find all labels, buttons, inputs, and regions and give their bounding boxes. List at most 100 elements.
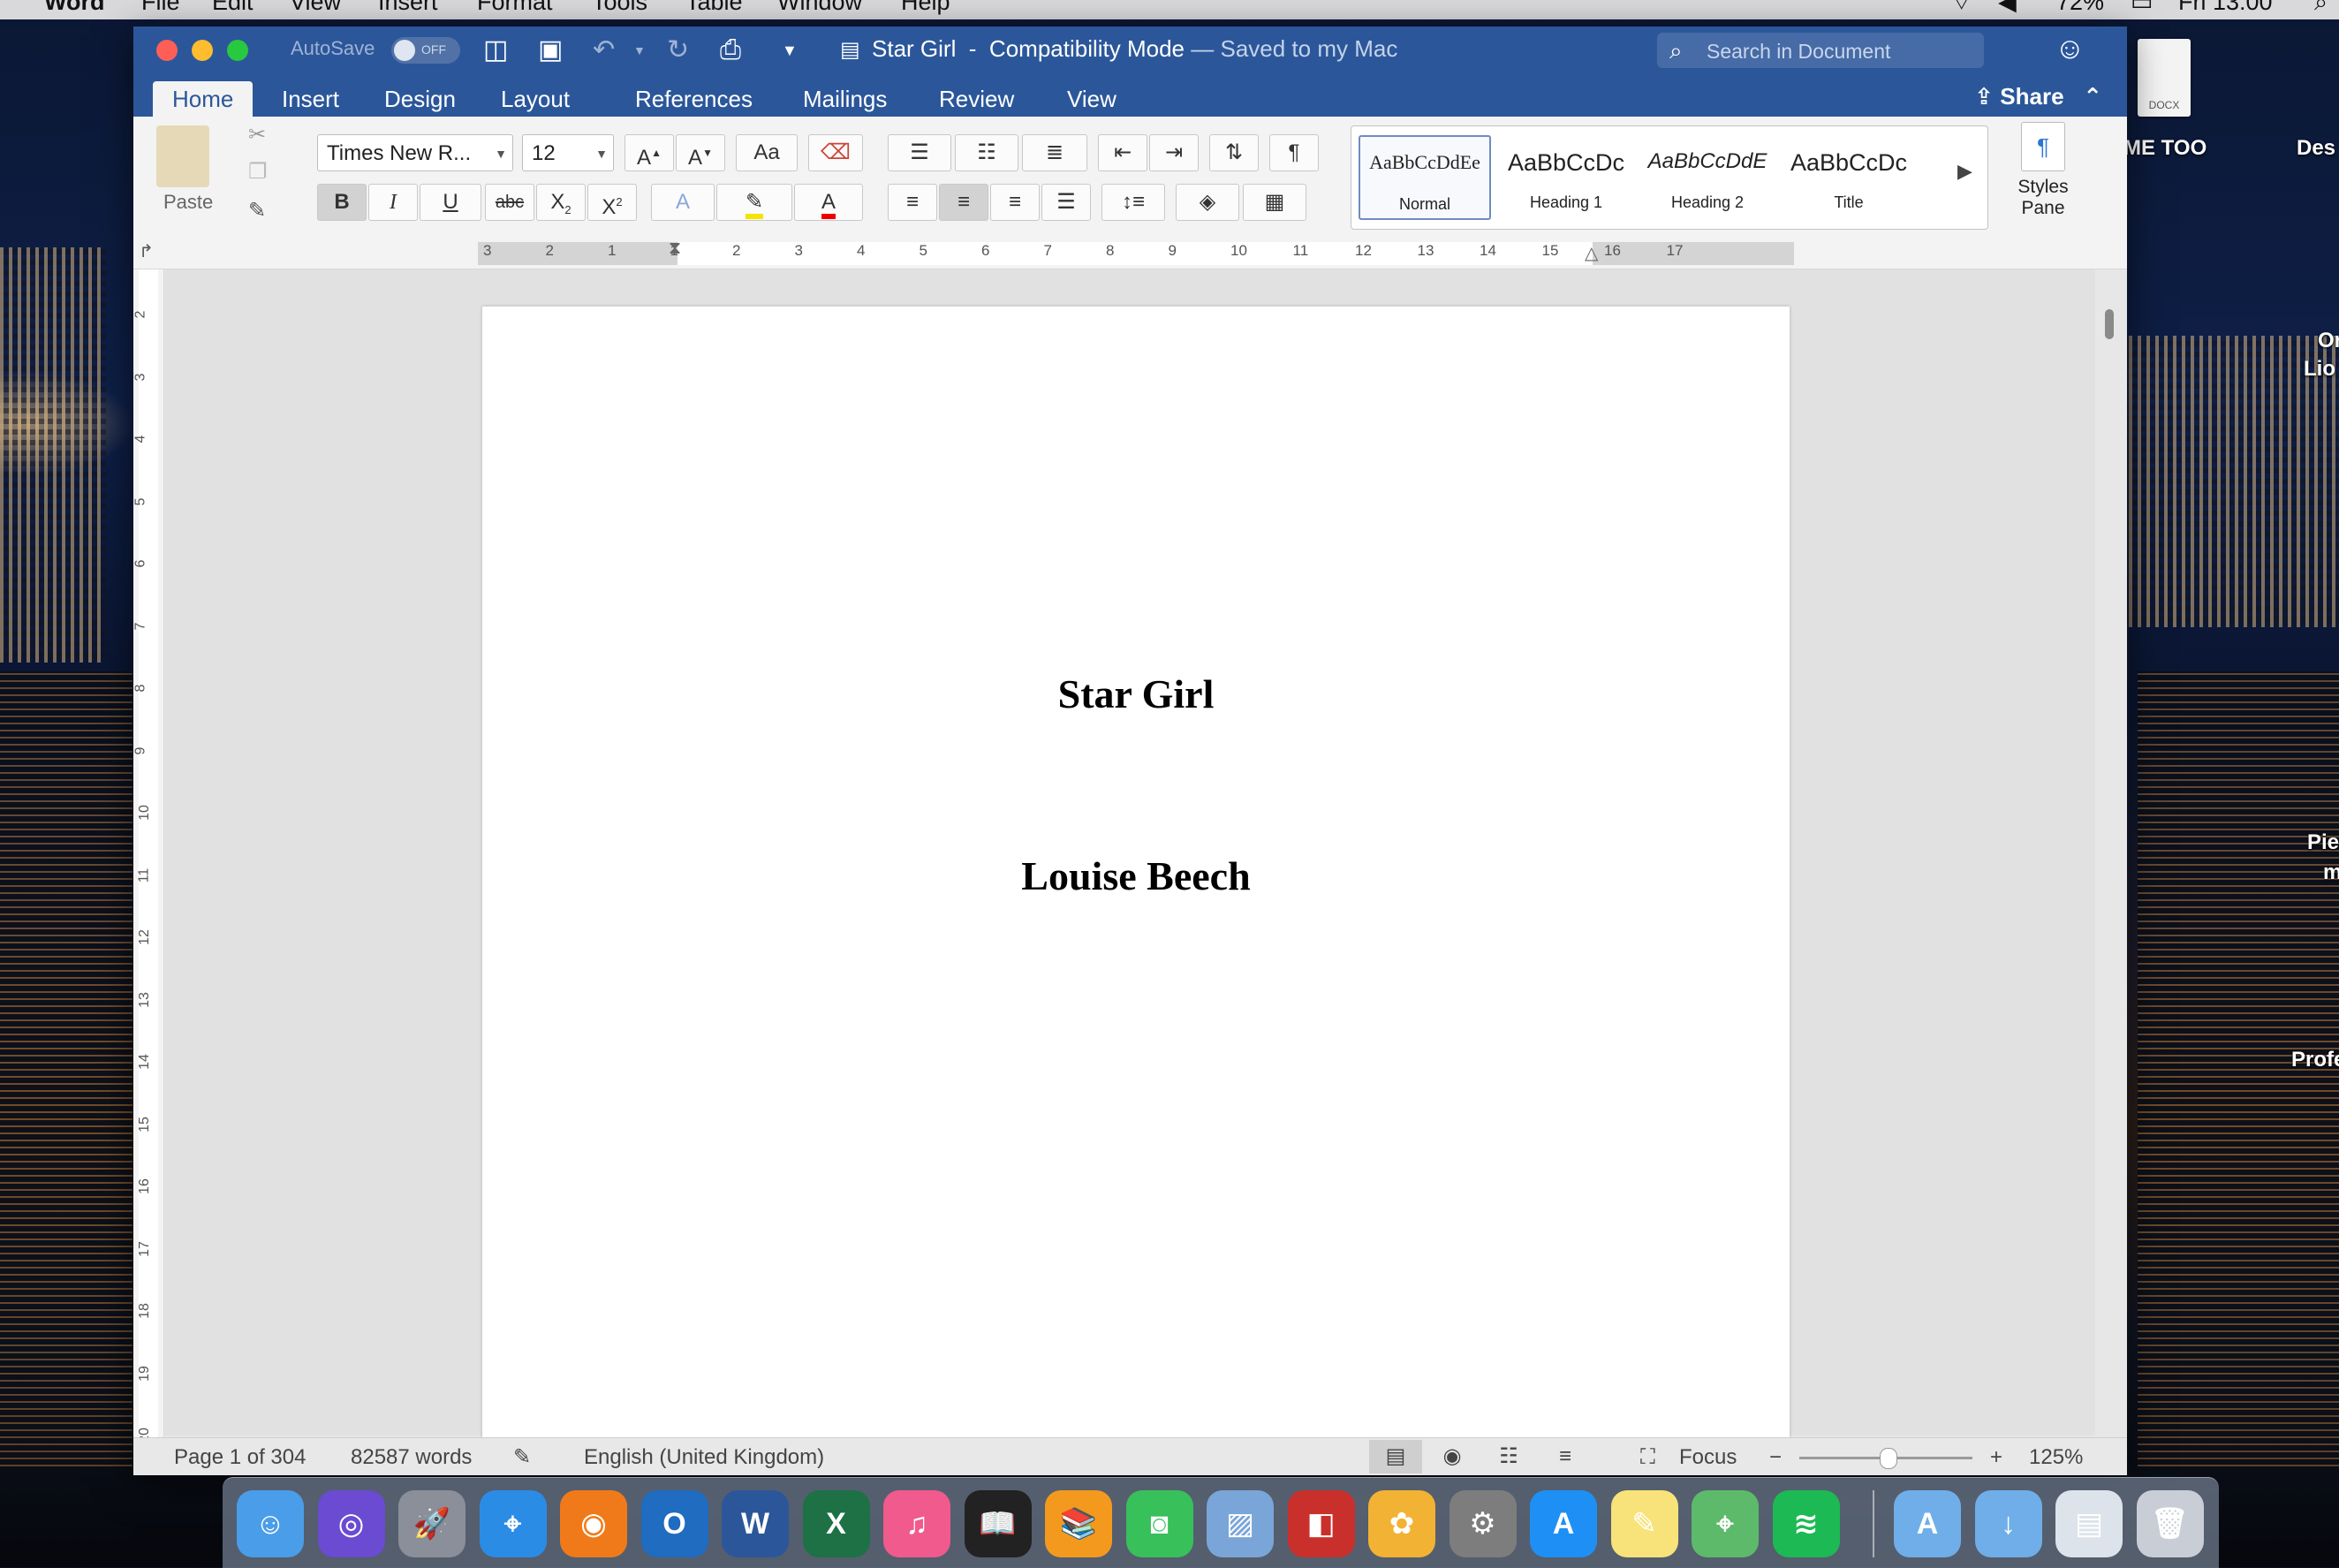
language[interactable]: English (United Kingdom) [584, 1438, 824, 1475]
superscript-button[interactable]: X2 [587, 184, 637, 221]
menu-tools[interactable]: Tools [592, 0, 647, 14]
tab-mailings[interactable]: Mailings [783, 81, 906, 117]
dock-kindle-icon[interactable]: 📖 [964, 1490, 1032, 1557]
dock-firefox-icon[interactable]: ◉ [560, 1490, 627, 1557]
menu-help[interactable]: Help [901, 0, 950, 14]
print-icon[interactable]: ⎙ [720, 35, 741, 65]
collapse-ribbon-icon[interactable]: ⌃ [2070, 83, 2102, 110]
format-painter-icon[interactable]: ✎ [248, 198, 266, 223]
document-page[interactable]: Star Girl Louise Beech [482, 307, 1790, 1446]
borders-button[interactable]: ▦ [1243, 184, 1306, 221]
highlight-button[interactable]: ✎ [716, 184, 792, 221]
dock-safari-icon[interactable]: ⌖ [479, 1490, 547, 1557]
justify-button[interactable]: ☰ [1041, 184, 1091, 221]
desktop-label-m[interactable]: m [2323, 860, 2339, 885]
desktop-label-or[interactable]: Or [2318, 329, 2339, 353]
outline-view-icon[interactable]: ☷ [1482, 1440, 1535, 1473]
vertical-scrollbar[interactable] [2103, 283, 2116, 1431]
bullets-button[interactable]: ☰ [888, 134, 951, 171]
dock-launchpad-icon[interactable]: 🚀 [398, 1490, 466, 1557]
menu-app-name[interactable]: Word [44, 0, 105, 14]
cut-icon[interactable]: ✂ [248, 122, 266, 148]
font-size-combo[interactable]: 12 ▼ [522, 134, 614, 171]
subscript-button[interactable]: X2 [536, 184, 586, 221]
wifi-icon[interactable]: ⌔ [1950, 0, 1972, 14]
styles-pane-button[interactable]: ¶ Styles Pane [1999, 122, 2087, 219]
change-case-button[interactable]: Aa [736, 134, 798, 171]
align-left-button[interactable]: ≡ [888, 184, 937, 221]
font-name-combo[interactable]: Times New R... ▼ [317, 134, 513, 171]
focus-icon[interactable]: ⛶ [1640, 1438, 1655, 1475]
save-icon[interactable]: ▣ [538, 35, 563, 65]
strikethrough-button[interactable]: abc [485, 184, 534, 221]
dock-preview-icon[interactable]: ▨ [1207, 1490, 1274, 1557]
document-title-text[interactable]: Star Girl [482, 670, 1790, 717]
desktop-label-des[interactable]: Des [2297, 136, 2335, 161]
autosave-toggle[interactable]: OFF [391, 37, 460, 64]
right-indent-marker-icon[interactable]: △ [1585, 242, 1598, 264]
italic-button[interactable]: I [368, 184, 418, 221]
docx-file-icon[interactable]: DOCX [2138, 39, 2191, 117]
tab-references[interactable]: References [616, 81, 772, 117]
dock-books-icon[interactable]: 📚 [1045, 1490, 1112, 1557]
dock-downloads-icon[interactable]: ↓ [1974, 1490, 2042, 1557]
dock-system-preferences-icon[interactable]: ⚙ [1449, 1490, 1517, 1557]
close-window-button[interactable] [156, 40, 178, 61]
zoom-slider-knob[interactable] [1880, 1448, 1897, 1469]
dock-outlook-icon[interactable]: O [640, 1490, 708, 1557]
decrease-indent-button[interactable]: ⇤ [1098, 134, 1147, 171]
dock-photos-icon[interactable]: ✿ [1368, 1490, 1435, 1557]
volume-icon[interactable]: ◀ [1998, 0, 2017, 14]
focus-label[interactable]: Focus [1679, 1438, 1737, 1475]
tab-selector-icon[interactable]: ↱ [139, 240, 154, 262]
tab-view[interactable]: View [1048, 81, 1136, 117]
tab-insert[interactable]: Insert [262, 81, 359, 117]
menu-table[interactable]: Table [685, 0, 743, 14]
show-formatting-marks-button[interactable]: ¶ [1269, 134, 1319, 171]
zoom-window-button[interactable] [227, 40, 248, 61]
draft-view-icon[interactable]: ≡ [1539, 1440, 1592, 1473]
proofing-icon[interactable]: ✎ [513, 1438, 531, 1475]
tab-review[interactable]: Review [920, 81, 1033, 117]
style-heading-1[interactable]: AaBbCcDc Heading 1 [1500, 135, 1632, 220]
numbering-button[interactable]: ☷ [955, 134, 1018, 171]
tab-home[interactable]: Home [153, 81, 254, 117]
bold-button[interactable]: B [317, 184, 367, 221]
word-count[interactable]: 82587 words [351, 1438, 472, 1475]
desktop-label-profe[interactable]: Profe [2291, 1048, 2339, 1072]
document-author-text[interactable]: Louise Beech [482, 852, 1790, 899]
align-center-button[interactable]: ≡ [939, 184, 988, 221]
dock-app-store-icon[interactable]: A [1530, 1490, 1597, 1557]
dock-facetime-icon[interactable]: ◙ [1125, 1490, 1193, 1557]
spotlight-icon[interactable]: ⌕ [2314, 0, 2328, 14]
dock-photo-booth-icon[interactable]: ◧ [1287, 1490, 1355, 1557]
dock-siri-icon[interactable]: ◎ [317, 1490, 385, 1557]
copy-icon[interactable]: ❐ [248, 159, 268, 185]
menu-edit[interactable]: Edit [212, 0, 254, 14]
shading-button[interactable]: ◈ [1176, 184, 1239, 221]
feedback-smiley-icon[interactable]: ☺ [2055, 32, 2085, 66]
menu-view[interactable]: View [290, 0, 341, 14]
zoom-level[interactable]: 125% [2029, 1438, 2083, 1475]
undo-dropdown-icon[interactable]: ▼ [633, 35, 646, 65]
text-effects-button[interactable]: A [651, 184, 715, 221]
search-in-document[interactable]: ⌕ Search in Document [1657, 33, 1984, 68]
menu-insert[interactable]: Insert [378, 0, 438, 14]
dock-notes-icon[interactable]: ✎ [1610, 1490, 1678, 1557]
zoom-out-icon[interactable]: − [1769, 1438, 1782, 1475]
zoom-in-icon[interactable]: + [1990, 1438, 2002, 1475]
desktop-label-me-too[interactable]: ME TOO [2123, 136, 2207, 161]
horizontal-ruler[interactable]: ↱ 3 2 1 1 2 3 4 5 6 7 8 9 10 11 12 13 14 15 16 17 ⧗ △ [133, 239, 2127, 269]
web-layout-view-icon[interactable]: ◉ [1426, 1440, 1479, 1473]
style-title[interactable]: AaBbCcDc Title [1783, 135, 1915, 220]
dock-itunes-icon[interactable]: ♫ [883, 1490, 950, 1557]
underline-button[interactable]: U [420, 184, 481, 221]
tab-layout[interactable]: Layout [481, 81, 589, 117]
menu-format[interactable]: Format [477, 0, 553, 14]
print-layout-view-icon[interactable]: ▤ [1369, 1440, 1422, 1473]
shrink-font-button[interactable]: A▼ [676, 134, 725, 171]
dock-maps-icon[interactable]: ⌖ [1692, 1490, 1759, 1557]
desktop-label-pie[interactable]: Pie [2307, 830, 2339, 855]
multilevel-list-button[interactable]: ≣ [1022, 134, 1087, 171]
indent-marker-icon[interactable]: ⧗ [669, 239, 681, 259]
